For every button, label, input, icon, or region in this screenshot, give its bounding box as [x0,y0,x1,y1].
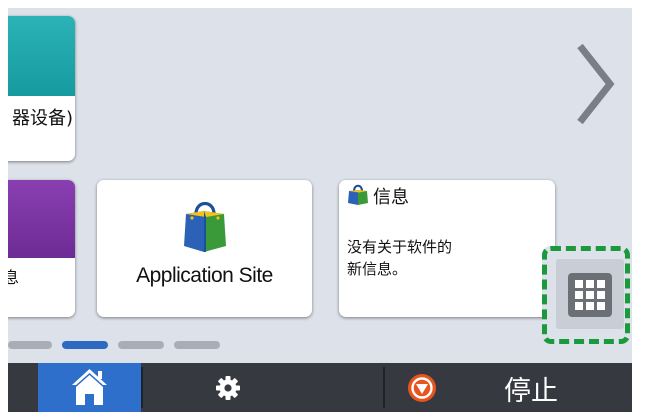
page-dot-4[interactable] [174,341,220,349]
bar-divider [141,367,143,408]
home-icon [72,369,107,405]
bottom-bar: 停止 [8,363,632,412]
application-site-label: Application Site [136,264,273,287]
stop-label: 停止 [504,376,558,407]
chevron-right-icon[interactable] [574,42,616,126]
info-widget[interactable]: 信息 没有关于软件的 新信息。 [339,180,555,317]
page-dot-1[interactable] [8,341,52,349]
shopping-bag-icon [180,194,230,254]
page-indicator [8,341,220,351]
app-tile-device[interactable]: 器设备) [8,16,75,161]
stop-button[interactable]: 停止 [388,363,632,412]
info-widget-header: 信息 [347,184,409,208]
application-site-tile[interactable]: Application Site [97,180,312,317]
app-tile-purple[interactable]: 息 [8,180,75,317]
settings-button[interactable] [213,373,243,403]
app-tile-purple-banner [8,180,75,258]
app-tile-device-label: 器设备) [11,108,73,129]
app-grid-icon [568,273,612,317]
app-tile-purple-label: 息 [8,268,19,287]
info-widget-message-line-1: 没有关于软件的 [347,238,453,256]
shopping-bag-icon [347,182,369,210]
info-widget-message: 没有关于软件的 新信息。 [347,236,547,280]
gear-icon [216,376,240,400]
stop-icon [407,373,437,403]
info-widget-message-line-2: 新信息。 [347,260,408,278]
bar-divider [383,367,385,408]
page-dot-2[interactable] [62,341,108,349]
home-screen: 器设备) 息 Application Site 信息 没有关于软件的 新信息。 … [8,8,632,412]
app-list-button[interactable] [556,259,624,329]
app-tile-device-banner [8,16,75,96]
info-widget-title: 信息 [373,187,409,208]
page-dot-3[interactable] [118,341,164,349]
home-button[interactable] [38,363,141,412]
